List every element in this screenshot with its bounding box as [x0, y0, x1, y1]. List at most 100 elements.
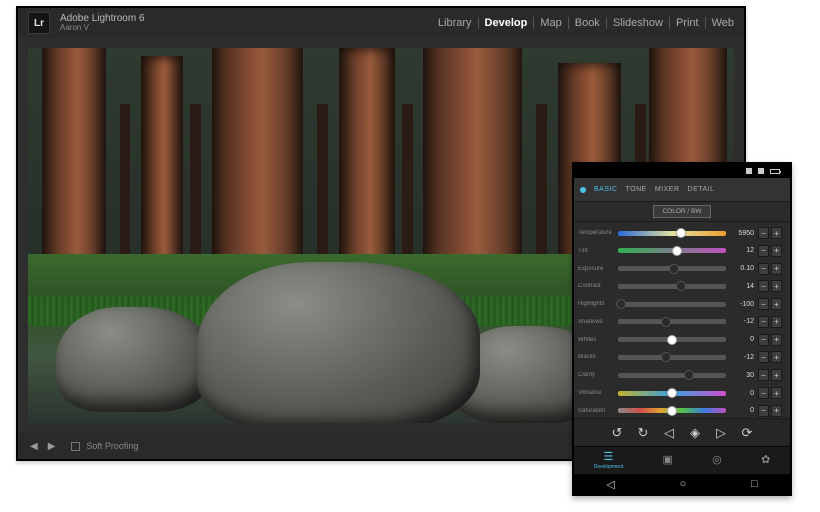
slider-thumb[interactable]	[667, 388, 677, 398]
slider-label: Tint	[578, 248, 614, 254]
module-switcher: Library Develop Map Book Slideshow Print…	[432, 17, 734, 29]
next-photo-button[interactable]: ▶	[48, 441, 56, 452]
prev-photo-button[interactable]: ◀	[30, 441, 38, 452]
slider-increment-button[interactable]: +	[771, 351, 782, 363]
tab-basic[interactable]: BASIC	[594, 186, 618, 193]
slider-thumb[interactable]	[661, 317, 671, 327]
soft-proofing-checkbox[interactable]	[71, 442, 80, 451]
slider-increment-button[interactable]: +	[771, 263, 782, 275]
mobile-action-row: ↺ ↻ ◁ ◈ ▷ ⟳	[574, 418, 790, 446]
slider-track[interactable]	[618, 248, 726, 253]
slider-decrement-button[interactable]: −	[758, 351, 769, 363]
nav-settings[interactable]: ✿	[761, 455, 770, 466]
slider-track[interactable]	[618, 373, 726, 378]
reset-button[interactable]: ⟳	[739, 425, 755, 441]
signal-icon	[746, 168, 754, 174]
desktop-topbar: Lr Adobe Lightroom 6 Aaron V Library Dev…	[18, 8, 744, 38]
nav-development[interactable]: ☰ Development	[594, 452, 623, 470]
module-slideshow[interactable]: Slideshow	[607, 17, 670, 29]
slider-label: Saturation	[578, 408, 614, 414]
slider-stepper: −+	[758, 387, 784, 399]
android-status-bar	[574, 164, 790, 178]
android-recent-button[interactable]: □	[751, 478, 758, 490]
undo-button[interactable]: ↺	[609, 425, 625, 441]
slider-track[interactable]	[618, 284, 726, 289]
compare-button[interactable]: ◈	[687, 425, 703, 441]
slider-track[interactable]	[618, 408, 726, 413]
slider-increment-button[interactable]: +	[771, 280, 782, 292]
slider-row-shadows: Shadows-12−+	[578, 315, 784, 329]
slider-decrement-button[interactable]: −	[758, 405, 769, 417]
slider-stepper: −+	[758, 298, 784, 310]
slider-value: 5950	[730, 230, 754, 237]
slider-row-saturation: Saturation0−+	[578, 404, 784, 418]
slider-track[interactable]	[618, 391, 726, 396]
module-library[interactable]: Library	[432, 17, 479, 29]
prev-button[interactable]: ◁	[661, 425, 677, 441]
module-map[interactable]: Map	[534, 17, 568, 29]
tab-detail[interactable]: DETAIL	[688, 186, 715, 193]
slider-increment-button[interactable]: +	[771, 334, 782, 346]
slider-value: 0	[730, 390, 754, 397]
slider-value: 12	[730, 247, 754, 254]
slider-thumb[interactable]	[676, 281, 686, 291]
slider-thumb[interactable]	[661, 352, 671, 362]
redo-button[interactable]: ↻	[635, 425, 651, 441]
color-bw-toggle[interactable]: COLOR / BW	[653, 205, 710, 218]
slider-thumb[interactable]	[667, 406, 677, 416]
slider-decrement-button[interactable]: −	[758, 263, 769, 275]
slider-label: Highlights	[578, 301, 614, 307]
slider-track[interactable]	[618, 266, 726, 271]
basic-sliders-panel: Temperature5950−+Tint12−+Exposure0.10−+C…	[574, 222, 790, 418]
slider-label: Whites	[578, 337, 614, 343]
slider-thumb[interactable]	[669, 264, 679, 274]
slider-increment-button[interactable]: +	[771, 369, 782, 381]
slider-track[interactable]	[618, 302, 726, 307]
slider-increment-button[interactable]: +	[771, 245, 782, 257]
slider-row-tint: Tint 12−+	[578, 244, 784, 258]
module-web[interactable]: Web	[706, 17, 734, 29]
slider-decrement-button[interactable]: −	[758, 227, 769, 239]
module-print[interactable]: Print	[670, 17, 706, 29]
slider-thumb[interactable]	[684, 370, 694, 380]
slider-increment-button[interactable]: +	[771, 316, 782, 328]
slider-decrement-button[interactable]: −	[758, 387, 769, 399]
wifi-icon	[758, 168, 766, 174]
app-title-block: Adobe Lightroom 6 Aaron V	[60, 13, 145, 33]
tab-mixer[interactable]: MIXER	[655, 186, 680, 193]
slider-decrement-button[interactable]: −	[758, 245, 769, 257]
slider-increment-button[interactable]: +	[771, 405, 782, 417]
slider-increment-button[interactable]: +	[771, 387, 782, 399]
module-develop[interactable]: Develop	[479, 17, 535, 29]
android-home-button[interactable]: ○	[680, 478, 687, 490]
slider-track[interactable]	[618, 355, 726, 360]
slider-thumb[interactable]	[667, 335, 677, 345]
nav-crop[interactable]: ▣	[662, 455, 672, 466]
nav-presets[interactable]: ◎	[712, 455, 722, 466]
nav-label-development: Development	[594, 464, 623, 470]
slider-track[interactable]	[618, 337, 726, 342]
slider-row-exposure: Exposure0.10−+	[578, 262, 784, 276]
slider-thumb[interactable]	[672, 246, 682, 256]
next-button[interactable]: ▷	[713, 425, 729, 441]
slider-decrement-button[interactable]: −	[758, 334, 769, 346]
android-back-button[interactable]: ◁	[606, 478, 614, 491]
slider-decrement-button[interactable]: −	[758, 369, 769, 381]
slider-decrement-button[interactable]: −	[758, 280, 769, 292]
slider-track[interactable]	[618, 231, 726, 236]
slider-value: 0.10	[730, 265, 754, 272]
module-book[interactable]: Book	[569, 17, 607, 29]
battery-icon	[770, 169, 780, 174]
slider-thumb[interactable]	[676, 228, 686, 238]
tab-tone[interactable]: TONE	[626, 186, 647, 193]
slider-row-temperature: Temperature5950−+	[578, 226, 784, 240]
slider-decrement-button[interactable]: −	[758, 298, 769, 310]
slider-decrement-button[interactable]: −	[758, 316, 769, 328]
slider-increment-button[interactable]: +	[771, 298, 782, 310]
slider-thumb[interactable]	[616, 299, 626, 309]
soft-proofing-toggle[interactable]: Soft Proofing	[71, 441, 138, 451]
slider-track[interactable]	[618, 319, 726, 324]
active-dot-icon	[580, 187, 586, 193]
slider-increment-button[interactable]: +	[771, 227, 782, 239]
lightroom-logo: Lr	[28, 12, 50, 34]
